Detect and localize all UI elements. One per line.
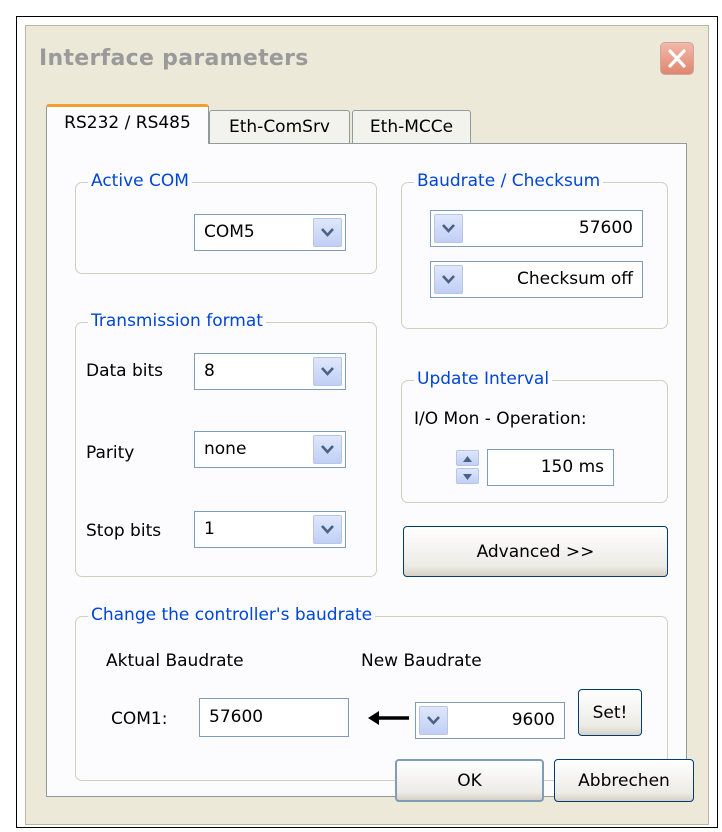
tab-eth-mcce[interactable]: Eth-MCCe: [352, 110, 471, 144]
actual-baudrate-label: Aktual Baudrate: [106, 651, 244, 671]
interval-input[interactable]: 150 ms: [487, 449, 614, 486]
spin-down-button[interactable]: [456, 468, 479, 484]
advanced-button[interactable]: Advanced >>: [403, 526, 668, 577]
title-bar: Interface parameters: [26, 26, 708, 96]
data-bits-select[interactable]: 8: [194, 353, 346, 390]
active-com-legend: Active COM: [88, 171, 192, 191]
cancel-button[interactable]: Abbrechen: [554, 759, 694, 802]
close-icon: [668, 49, 686, 68]
baudrate-select[interactable]: 57600: [430, 210, 643, 247]
parity-select[interactable]: none: [194, 431, 346, 468]
baudrate-checksum-legend: Baudrate / Checksum: [414, 171, 604, 191]
active-com-group: Active COM COM5: [75, 171, 377, 274]
tab-label: RS232 / RS485: [64, 113, 191, 133]
new-baudrate-label: New Baudrate: [361, 651, 482, 671]
left-arrow-icon: [368, 711, 409, 725]
tab-eth-comsrv[interactable]: Eth-ComSrv: [209, 110, 350, 144]
dropdown-button[interactable]: [434, 214, 463, 243]
dropdown-button[interactable]: [313, 218, 342, 247]
spin-down-icon: [463, 474, 472, 480]
stop-bits-value: 1: [204, 519, 215, 539]
new-baudrate-value: 9600: [511, 710, 555, 730]
dropdown-arrow-icon: [321, 445, 334, 454]
tab-rs232-rs485[interactable]: RS232 / RS485: [46, 104, 209, 144]
tab-label: Eth-MCCe: [369, 117, 454, 137]
dropdown-arrow-icon: [427, 716, 440, 725]
dropdown-arrow-icon: [442, 224, 455, 233]
dropdown-button[interactable]: [313, 435, 342, 464]
dropdown-arrow-icon: [321, 525, 334, 534]
new-baudrate-select[interactable]: 9600: [415, 702, 565, 739]
parity-label: Parity: [86, 443, 135, 463]
spin-up-button[interactable]: [456, 450, 479, 466]
set-button[interactable]: Set!: [578, 689, 642, 736]
tab-panel: Active COM COM5 Baudrate / Checksum 5760…: [46, 143, 687, 797]
update-interval-group: Update Interval I/O Mon - Operation: 150…: [401, 369, 668, 503]
baudrate-checksum-group: Baudrate / Checksum 57600 Checksum off: [401, 171, 668, 329]
stop-bits-label: Stop bits: [86, 521, 162, 541]
change-baudrate-legend: Change the controller's baudrate: [88, 605, 376, 625]
transmission-format-group: Transmission format Data bits 8 Parity n…: [75, 311, 377, 577]
stop-bits-select[interactable]: 1: [194, 511, 346, 548]
dropdown-arrow-icon: [442, 275, 455, 284]
baudrate-value: 57600: [578, 218, 633, 238]
data-bits-value: 8: [204, 361, 215, 381]
checksum-value: Checksum off: [516, 269, 633, 289]
close-button[interactable]: [660, 42, 694, 75]
parity-value: none: [204, 439, 247, 459]
dropdown-button[interactable]: [419, 706, 448, 735]
io-mon-operation-label: I/O Mon - Operation:: [414, 409, 587, 429]
transmission-format-legend: Transmission format: [88, 311, 266, 331]
spin-up-icon: [463, 456, 472, 462]
dropdown-button[interactable]: [313, 515, 342, 544]
dropdown-button[interactable]: [434, 265, 463, 294]
interface-parameters-dialog: Interface parameters RS232 / RS485 Eth-C…: [25, 25, 709, 825]
dropdown-button[interactable]: [313, 357, 342, 386]
change-baudrate-group: Change the controller's baudrate Aktual …: [75, 605, 668, 781]
active-com-value: COM5: [204, 222, 255, 242]
com1-label: COM1:: [111, 709, 168, 729]
ok-button[interactable]: OK: [395, 759, 544, 802]
window-title: Interface parameters: [39, 46, 309, 71]
active-com-select[interactable]: COM5: [194, 214, 346, 251]
actual-baudrate-value: 57600: [209, 707, 264, 727]
interval-value: 150 ms: [540, 457, 604, 477]
data-bits-label: Data bits: [86, 361, 164, 381]
checksum-select[interactable]: Checksum off: [430, 261, 643, 298]
dropdown-arrow-icon: [321, 367, 334, 376]
dropdown-arrow-icon: [321, 228, 334, 237]
interval-spinner[interactable]: [456, 449, 485, 486]
update-interval-legend: Update Interval: [414, 369, 553, 389]
tab-label: Eth-ComSrv: [229, 117, 330, 137]
actual-baudrate-field: 57600: [199, 698, 349, 737]
